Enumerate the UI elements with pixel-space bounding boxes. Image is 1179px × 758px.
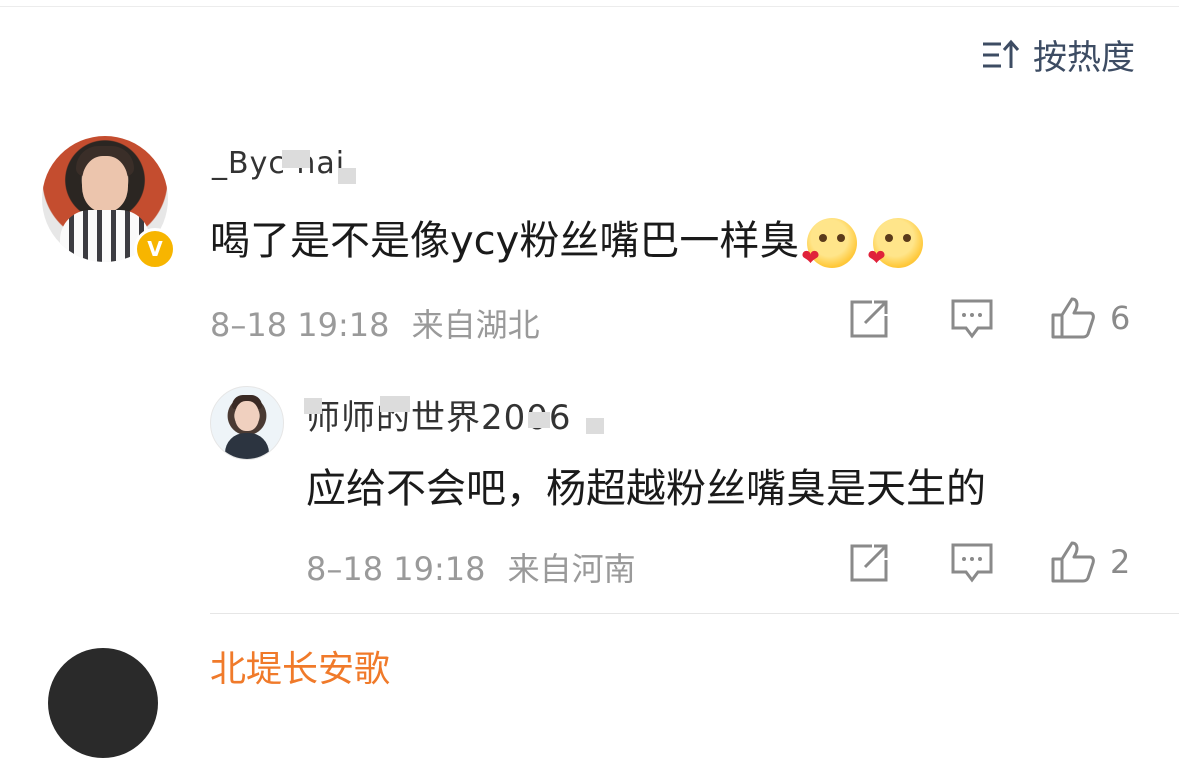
username-mosaic [338,168,356,184]
timestamp: 8–18 19:18 [210,306,390,344]
share-button[interactable] [848,298,890,340]
location: 来自河南 [507,550,636,588]
reply-share-button[interactable] [848,542,890,584]
timestamp: 8–18 19:18 [306,550,486,588]
smile-emoji-icon: ❤ [867,218,924,270]
avatar-jacket [225,433,269,459]
thumbs-up-icon [1051,541,1095,583]
username-mosaic [304,398,322,414]
avatar-face [82,156,128,212]
thumbs-up-icon [1051,297,1095,339]
reply-meta: 8–18 19:18 来自河南 [306,544,636,590]
comment-icon [951,299,993,339]
comment-divider [210,613,1179,614]
username-mosaic [586,418,604,434]
avatar-face [235,401,259,431]
reply-comment-button[interactable] [950,542,994,584]
comment-text-content: 喝了是不是像ycy粉丝嘴巴一样臭 [210,218,800,264]
comment-meta: 8–18 19:18 来自湖北 [210,300,540,346]
like-button[interactable]: 6 [1050,296,1130,340]
share-icon [850,300,888,338]
comment-icon [951,543,993,583]
username-mosaic [380,396,410,412]
comment-username[interactable]: _Byc hai [212,146,345,181]
like-count: 2 [1110,543,1131,581]
sort-label: 按热度 [1033,38,1135,78]
sort-icon [981,38,1021,72]
username-mosaic [528,412,550,428]
next-avatar[interactable] [48,648,158,758]
verified-badge-icon: V [134,228,176,270]
username-mosaic [282,150,310,168]
next-comment-username[interactable]: 北堤长安歌 [210,640,390,692]
reply-button[interactable] [950,298,994,340]
top-divider [0,6,1179,7]
like-count: 6 [1110,299,1131,337]
reply-like-button[interactable]: 2 [1050,540,1130,584]
reply-text: 应给不会吧，杨超越粉丝嘴臭是天生的 [306,466,986,512]
sort-by-hot-button[interactable]: 按热度 [981,30,1135,79]
comment-text: 喝了是不是像ycy粉丝嘴巴一样臭 ❤ ❤ [210,208,924,270]
reply-avatar[interactable] [210,386,284,460]
smile-emoji-icon: ❤ [801,218,858,270]
location: 来自湖北 [411,306,540,344]
share-icon [850,544,888,582]
